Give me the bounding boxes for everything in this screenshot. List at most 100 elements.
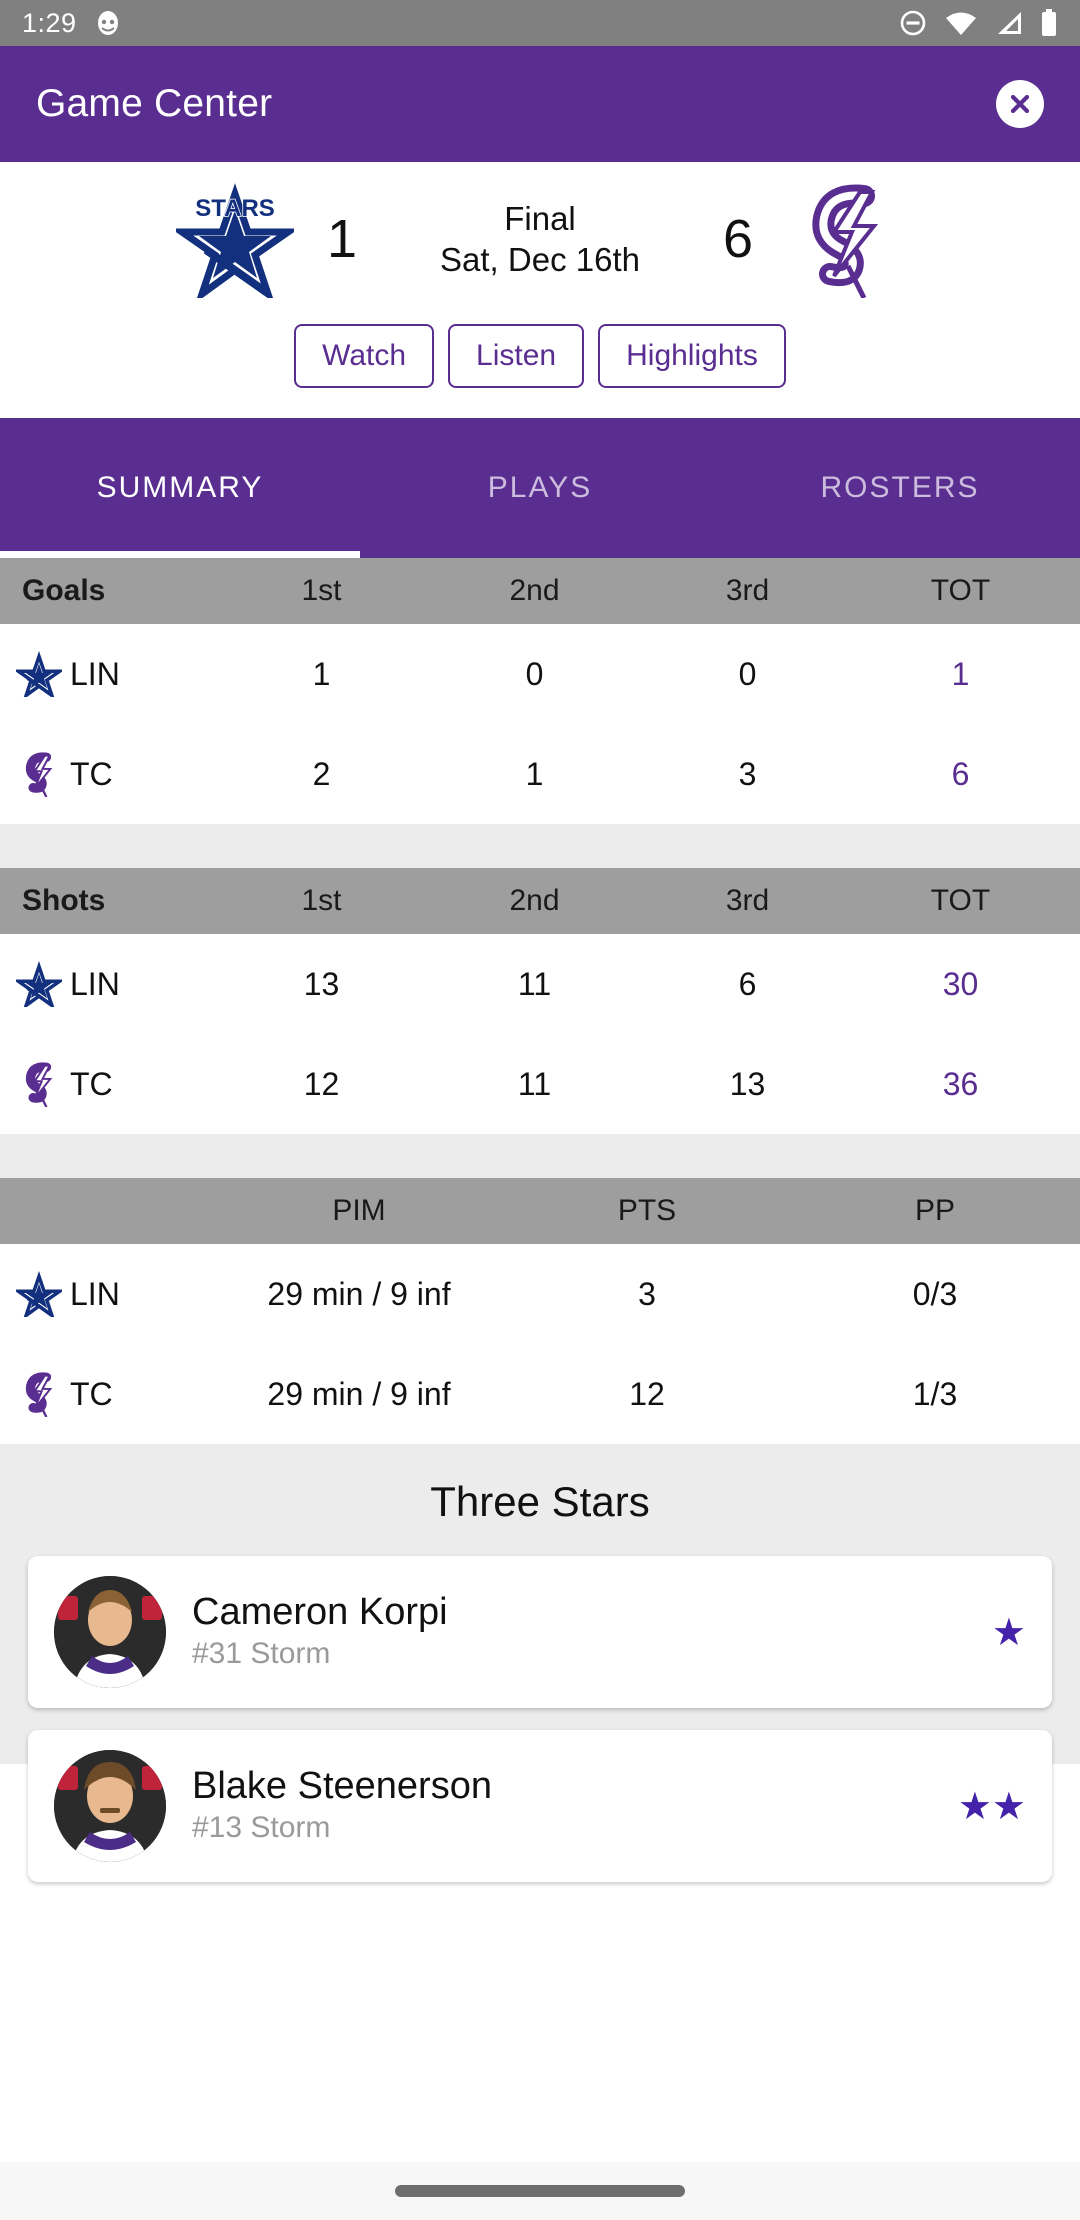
pen-home-pp: 1/3 xyxy=(912,1375,958,1412)
away-team-logo: STARS xyxy=(176,180,294,298)
status-bar-time: 1:29 xyxy=(22,7,77,38)
goals-table: Goals 1st 2nd 3rd TOT LIN 1 0 0 1 TC 2 1… xyxy=(0,558,1080,824)
goals-col-1st: 1st xyxy=(301,574,342,607)
away-team-score: 1 xyxy=(326,209,358,269)
shots-away-2nd: 11 xyxy=(517,965,552,1002)
close-icon xyxy=(1010,94,1030,114)
goals-row-home-team: TC xyxy=(0,751,215,797)
home-team-logo xyxy=(786,180,904,298)
close-button[interactable] xyxy=(996,80,1044,128)
shots-col-2nd: 2nd xyxy=(509,884,560,917)
score-row: STARS 1 Final Sat, Dec 16th 6 xyxy=(0,180,1080,298)
tab-plays[interactable]: PLAYS xyxy=(360,418,720,558)
shots-col-3rd: 3rd xyxy=(725,884,770,917)
scoreboard: STARS 1 Final Sat, Dec 16th 6 Watch List… xyxy=(0,162,1080,418)
three-stars-title: Three Stars xyxy=(430,1478,650,1525)
goals-away-2nd: 0 xyxy=(525,655,544,692)
goals-label: Goals xyxy=(22,574,106,607)
goals-col-tot: TOT xyxy=(930,574,991,607)
tab-rosters[interactable]: ROSTERS xyxy=(720,418,1080,558)
svg-text:STARS: STARS xyxy=(195,195,275,222)
goals-row-away-team: LIN xyxy=(0,651,215,697)
pen-row-away-team: LIN xyxy=(0,1271,215,1317)
wifi-icon xyxy=(944,10,978,36)
game-status: Final xyxy=(504,199,576,237)
shots-col-tot: TOT xyxy=(930,884,991,917)
shots-home-3rd: 13 xyxy=(729,1065,766,1102)
status-bar: 1:29 xyxy=(0,0,1080,46)
section-divider xyxy=(0,824,1080,868)
player-name: Blake Steenerson xyxy=(192,1764,492,1807)
stars-logo-icon xyxy=(16,651,62,697)
pen-home-pim: 29 min / 9 inf xyxy=(267,1375,451,1412)
storm-logo-icon xyxy=(16,1061,62,1107)
game-status-block: Final Sat, Dec 16th xyxy=(390,198,690,281)
goals-table-header: Goals 1st 2nd 3rd TOT xyxy=(0,558,1080,624)
highlights-button[interactable]: Highlights xyxy=(598,324,786,388)
table-row: LIN 13 11 6 30 xyxy=(0,934,1080,1034)
shots-row-home-team: TC xyxy=(0,1061,215,1107)
shots-row-away-team: LIN xyxy=(0,961,215,1007)
pen-row-home-team: TC xyxy=(0,1371,215,1417)
penalties-table-header: PIM PTS PP xyxy=(0,1178,1080,1244)
home-team-score: 6 xyxy=(722,209,754,269)
goals-away-3rd: 0 xyxy=(738,655,757,692)
do-not-disturb-icon xyxy=(898,8,928,38)
avatar xyxy=(54,1750,166,1862)
team-abbr: TC xyxy=(70,1065,113,1102)
table-row: TC 29 min / 9 inf 12 1/3 xyxy=(0,1344,1080,1444)
system-navigation-bar xyxy=(0,2162,1080,2220)
pen-col-pim: PIM xyxy=(332,1194,386,1227)
penalties-table: PIM PTS PP LIN 29 min / 9 inf 3 0/3 TC 2… xyxy=(0,1178,1080,1444)
goals-col-3rd: 3rd xyxy=(725,574,770,607)
table-row: LIN 29 min / 9 inf 3 0/3 xyxy=(0,1244,1080,1344)
avatar xyxy=(54,1576,166,1688)
team-abbr: TC xyxy=(70,755,113,792)
list-item[interactable]: Cameron Korpi #31 Storm ★ xyxy=(28,1556,1052,1708)
storm-logo-icon xyxy=(16,751,62,797)
goals-away-1st: 1 xyxy=(312,655,331,692)
status-bar-icons xyxy=(898,8,1058,38)
tab-summary[interactable]: SUMMARY xyxy=(0,418,360,558)
shots-home-1st: 12 xyxy=(303,1065,340,1102)
stars-logo-icon xyxy=(16,961,62,1007)
pen-col-pts: PTS xyxy=(617,1194,677,1227)
team-abbr: LIN xyxy=(70,965,120,1002)
goals-home-tot: 6 xyxy=(951,755,970,792)
goals-away-tot: 1 xyxy=(951,655,970,692)
table-row: LIN 1 0 0 1 xyxy=(0,624,1080,724)
shots-home-tot: 36 xyxy=(942,1065,979,1102)
table-row: TC 12 11 13 36 xyxy=(0,1034,1080,1134)
team-abbr: LIN xyxy=(70,655,120,692)
media-actions: Watch Listen Highlights xyxy=(0,324,1080,410)
shots-label: Shots xyxy=(22,884,106,917)
team-abbr: LIN xyxy=(70,1275,120,1312)
shots-away-tot: 30 xyxy=(942,965,979,1002)
listen-button[interactable]: Listen xyxy=(448,324,585,388)
shots-home-2nd: 11 xyxy=(517,1065,552,1102)
cellular-signal-icon xyxy=(994,10,1024,36)
shots-table-header: Shots 1st 2nd 3rd TOT xyxy=(0,868,1080,934)
page-title: Game Center xyxy=(36,82,273,125)
star-rating-icon: ★★ xyxy=(957,1785,1026,1828)
list-item[interactable]: Blake Steenerson #13 Storm ★★ xyxy=(28,1730,1052,1882)
watch-button[interactable]: Watch xyxy=(294,324,435,388)
storm-logo-icon xyxy=(16,1371,62,1417)
shots-away-3rd: 6 xyxy=(738,965,757,1002)
game-date: Sat, Dec 16th xyxy=(440,241,640,278)
shots-table: Shots 1st 2nd 3rd TOT LIN 13 11 6 30 TC … xyxy=(0,868,1080,1134)
app-notification-icon xyxy=(95,10,121,36)
section-divider xyxy=(0,1134,1080,1178)
team-abbr: TC xyxy=(70,1375,113,1412)
pen-away-pim: 29 min / 9 inf xyxy=(267,1275,451,1312)
shots-away-1st: 13 xyxy=(303,965,340,1002)
player-info: Cameron Korpi #31 Storm xyxy=(192,1591,992,1674)
player-name: Cameron Korpi xyxy=(192,1590,448,1633)
goals-home-1st: 2 xyxy=(312,755,331,792)
home-indicator[interactable] xyxy=(395,2185,685,2197)
player-meta: #13 Storm xyxy=(192,1811,331,1845)
goals-home-2nd: 1 xyxy=(525,755,544,792)
stars-logo-icon xyxy=(16,1271,62,1317)
pen-home-pts: 12 xyxy=(629,1375,665,1412)
app-bar: Game Center xyxy=(0,46,1080,162)
